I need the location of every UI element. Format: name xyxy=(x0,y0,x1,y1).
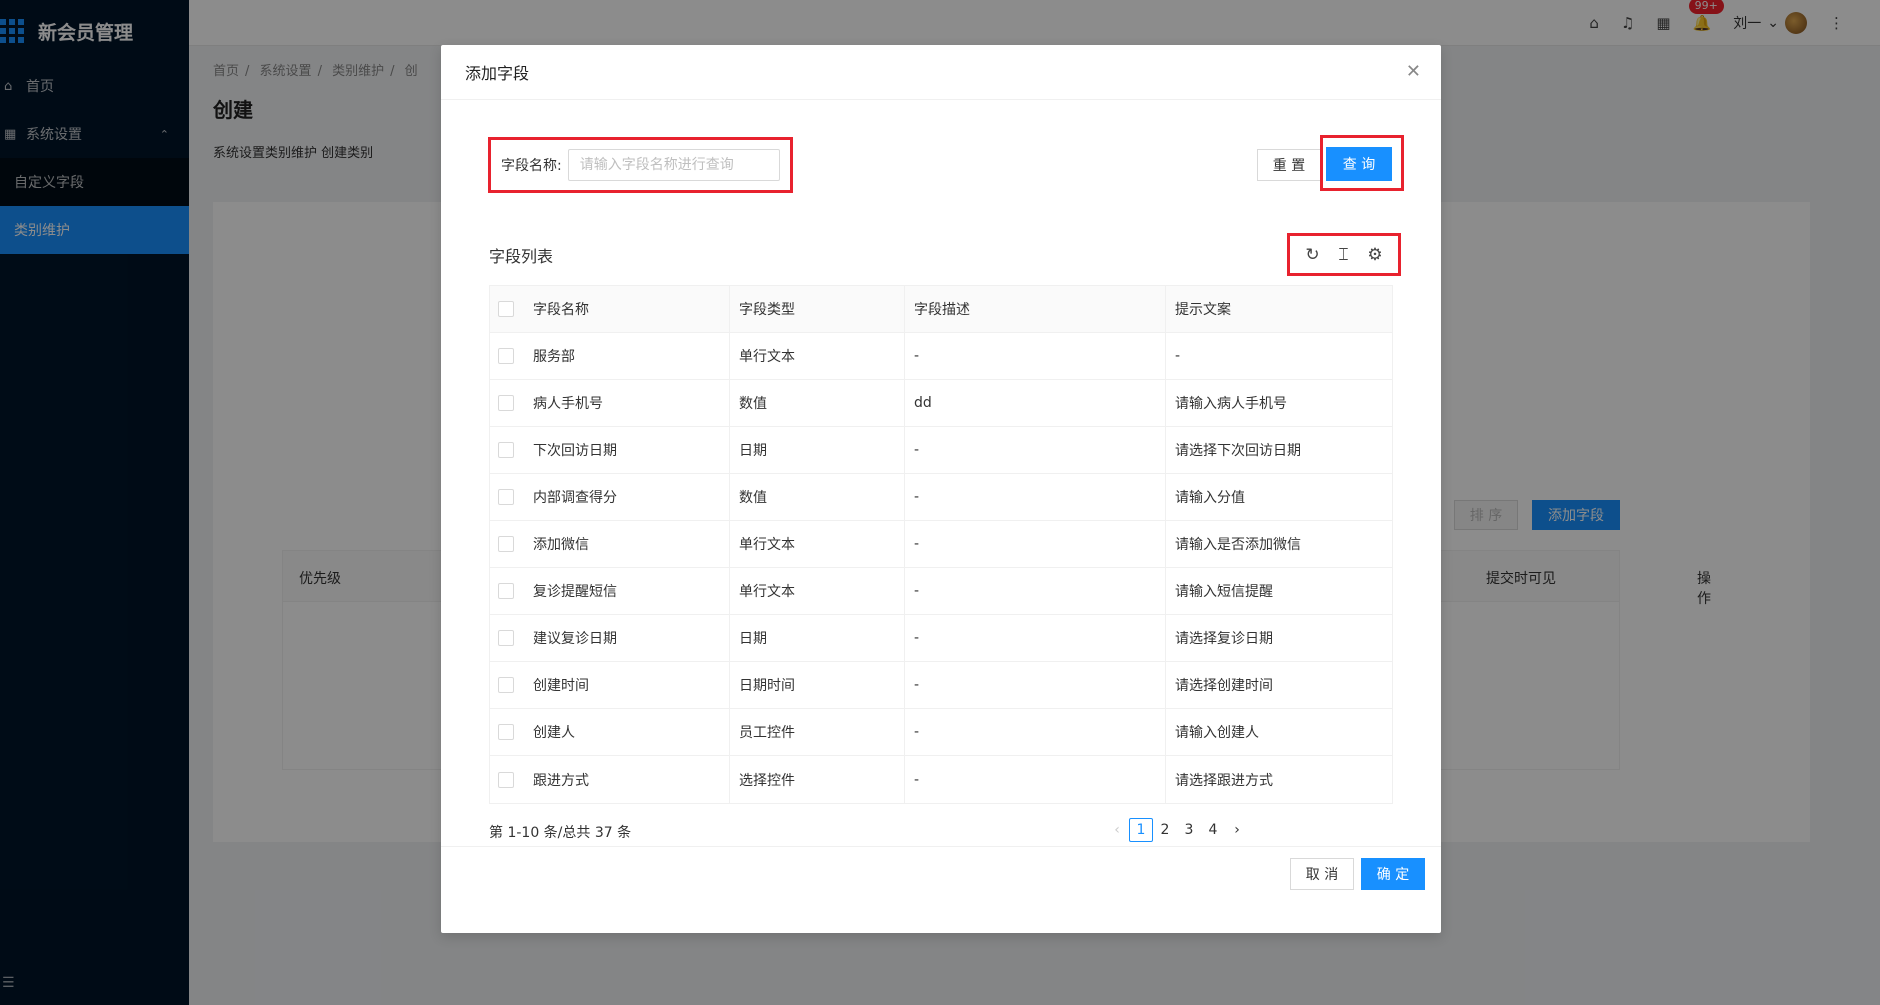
table-cell: 请选择下次回访日期 xyxy=(1175,443,1301,459)
row-checkbox[interactable] xyxy=(498,677,514,693)
column-header: 提示文案 xyxy=(1175,302,1231,318)
table-cell: - xyxy=(1175,348,1181,364)
table-cell: 数值 xyxy=(730,380,905,426)
table-cell: 请选择跟进方式 xyxy=(1175,772,1273,789)
reload-icon[interactable]: ↻ xyxy=(1305,245,1319,265)
reset-button[interactable]: 重 置 xyxy=(1257,149,1321,181)
table-header-row: 字段名称 字段类型 字段描述 提示文案 xyxy=(490,286,1392,333)
column-header: 字段描述 xyxy=(905,286,1166,332)
table-cell: 单行文本 xyxy=(730,521,905,567)
table-cell: 建议复诊日期 xyxy=(524,615,730,661)
row-checkbox[interactable] xyxy=(498,442,514,458)
table-cell: 跟进方式 xyxy=(524,756,730,803)
row-checkbox[interactable] xyxy=(498,630,514,646)
table-row[interactable]: 创建时间 日期时间 - 请选择创建时间 xyxy=(490,662,1392,709)
row-checkbox[interactable] xyxy=(498,489,514,505)
table-cell: - xyxy=(905,474,1166,520)
search-label: 字段名称: xyxy=(501,158,562,174)
table-cell: 请输入创建人 xyxy=(1175,725,1259,741)
table-cell: 日期 xyxy=(730,427,905,473)
table-cell: 数值 xyxy=(730,474,905,520)
next-page-icon[interactable]: › xyxy=(1225,818,1249,842)
page-item-4[interactable]: 4 xyxy=(1201,818,1225,842)
table-row[interactable]: 病人手机号 数值 dd 请输入病人手机号 xyxy=(490,380,1392,427)
table-cell: 单行文本 xyxy=(730,333,905,379)
page-item-3[interactable]: 3 xyxy=(1177,818,1201,842)
table-cell: 创建人 xyxy=(524,709,730,755)
close-icon[interactable]: ✕ xyxy=(1406,61,1421,82)
table-cell: 下次回访日期 xyxy=(524,427,730,473)
table-cell: 添加微信 xyxy=(524,521,730,567)
table-cell: 请输入短信提醒 xyxy=(1175,584,1273,600)
table-cell: 日期时间 xyxy=(730,662,905,708)
field-table: 字段名称 字段类型 字段描述 提示文案 服务部 单行文本 - - 病人手机号 数… xyxy=(489,285,1393,804)
row-checkbox[interactable] xyxy=(498,395,514,411)
add-field-modal: 添加字段 ✕ 字段名称: 重 置 查 询 字段列表 ↻ ⌶ ⚙ 字段名称 字段类… xyxy=(441,45,1441,933)
table-cell: 复诊提醒短信 xyxy=(524,568,730,614)
row-checkbox[interactable] xyxy=(498,348,514,364)
table-cell: 日期 xyxy=(730,615,905,661)
confirm-button[interactable]: 确 定 xyxy=(1361,858,1425,890)
column-header: 字段类型 xyxy=(730,286,905,332)
table-cell: - xyxy=(905,427,1166,473)
row-checkbox[interactable] xyxy=(498,583,514,599)
modal-footer: 取 消 确 定 xyxy=(441,846,1441,933)
column-height-icon[interactable]: ⌶ xyxy=(1338,245,1348,265)
field-list-title: 字段列表 xyxy=(489,247,554,266)
table-toolbar: ↻ ⌶ ⚙ xyxy=(1287,233,1401,276)
table-cell: 请选择创建时间 xyxy=(1175,678,1273,694)
table-cell: 选择控件 xyxy=(730,756,905,803)
row-checkbox[interactable] xyxy=(498,724,514,740)
table-row[interactable]: 内部调查得分 数值 - 请输入分值 xyxy=(490,474,1392,521)
pagination: ‹ 1 2 3 4 › xyxy=(1105,818,1249,842)
table-row[interactable]: 跟进方式 选择控件 - 请选择跟进方式 xyxy=(490,756,1392,803)
row-checkbox[interactable] xyxy=(498,771,514,788)
setting-icon[interactable]: ⚙ xyxy=(1367,245,1382,265)
table-cell: 单行文本 xyxy=(730,568,905,614)
pagination-total: 第 1-10 条/总共 37 条 xyxy=(489,825,632,841)
search-field-group: 字段名称: xyxy=(488,137,793,193)
row-checkbox[interactable] xyxy=(498,536,514,552)
column-header: 字段名称 xyxy=(524,286,730,332)
table-cell: 请输入是否添加微信 xyxy=(1175,537,1301,553)
table-row[interactable]: 添加微信 单行文本 - 请输入是否添加微信 xyxy=(490,521,1392,568)
page-item-2[interactable]: 2 xyxy=(1153,818,1177,842)
select-all-checkbox[interactable] xyxy=(498,301,514,317)
query-button[interactable]: 查 询 xyxy=(1326,147,1392,181)
table-cell: 请选择复诊日期 xyxy=(1175,631,1273,647)
table-cell: 创建时间 xyxy=(524,662,730,708)
cancel-button[interactable]: 取 消 xyxy=(1290,858,1354,890)
table-row[interactable]: 服务部 单行文本 - - xyxy=(490,333,1392,380)
table-cell: 病人手机号 xyxy=(524,380,730,426)
modal-title: 添加字段 xyxy=(465,64,530,83)
table-cell: - xyxy=(905,756,1166,803)
table-cell: 服务部 xyxy=(524,333,730,379)
table-cell: - xyxy=(905,709,1166,755)
page-item-1[interactable]: 1 xyxy=(1129,818,1153,842)
table-cell: 请输入分值 xyxy=(1175,490,1245,506)
table-cell: - xyxy=(905,521,1166,567)
table-cell: - xyxy=(905,333,1166,379)
prev-page-icon[interactable]: ‹ xyxy=(1105,818,1129,842)
table-cell: - xyxy=(905,568,1166,614)
table-cell: - xyxy=(905,615,1166,661)
table-cell: 员工控件 xyxy=(730,709,905,755)
table-row[interactable]: 复诊提醒短信 单行文本 - 请输入短信提醒 xyxy=(490,568,1392,615)
field-name-search-input[interactable] xyxy=(567,149,780,181)
table-cell: - xyxy=(905,662,1166,708)
modal-header: 添加字段 ✕ xyxy=(441,45,1441,100)
table-cell: 内部调查得分 xyxy=(524,474,730,520)
table-row[interactable]: 建议复诊日期 日期 - 请选择复诊日期 xyxy=(490,615,1392,662)
table-cell: dd xyxy=(905,380,1166,426)
table-row[interactable]: 创建人 员工控件 - 请输入创建人 xyxy=(490,709,1392,756)
table-row[interactable]: 下次回访日期 日期 - 请选择下次回访日期 xyxy=(490,427,1392,474)
table-cell: 请输入病人手机号 xyxy=(1175,396,1287,412)
